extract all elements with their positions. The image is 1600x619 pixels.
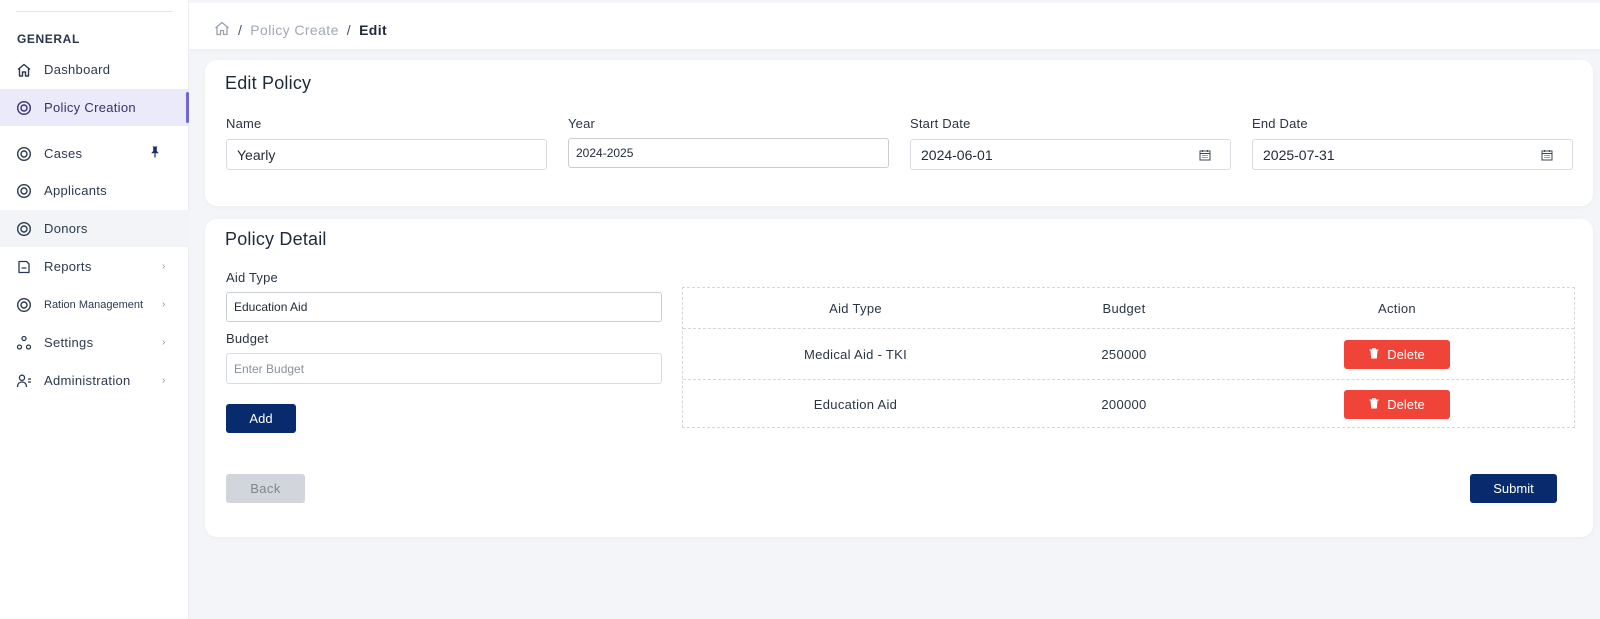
budget-input[interactable] [226, 353, 662, 384]
sidebar-item-applicants[interactable]: Applicants [0, 172, 189, 209]
delete-button[interactable]: Delete [1344, 339, 1450, 369]
table-row: Education Aid 200000 Delete [683, 379, 1574, 428]
sidebar-item-policy-creation[interactable]: Policy Creation [0, 89, 189, 126]
breadcrumb: / Policy Create / Edit [214, 21, 387, 39]
circle-target-icon [16, 146, 32, 162]
breadcrumb-separator: / [238, 22, 243, 38]
delete-label: Delete [1387, 396, 1425, 412]
sidebar-section-general: GENERAL [17, 32, 80, 46]
sidebar-item-administration[interactable]: Administration › [0, 362, 189, 399]
policy-detail-title: Policy Detail [225, 229, 327, 249]
aid-type-label: Aid Type [226, 270, 278, 285]
home-icon [16, 62, 32, 78]
cell-action: Delete [1220, 389, 1574, 419]
calendar-icon[interactable] [1199, 148, 1211, 166]
chevron-right-icon: › [162, 299, 166, 310]
trash-icon [1369, 397, 1379, 412]
top-bar: / Policy Create / Edit [189, 3, 1600, 49]
add-button[interactable]: Add [226, 404, 296, 433]
sidebar-item-label: Settings [44, 335, 94, 350]
aid-budget-table: Aid Type Budget Action Medical Aid - TKI… [682, 287, 1575, 428]
circle-target-icon [16, 297, 32, 313]
table-row: Medical Aid - TKI 250000 Delete [683, 328, 1574, 379]
main-content: / Policy Create / Edit Edit Policy Name … [189, 0, 1600, 619]
sidebar-divider [16, 11, 172, 12]
cell-budget: 250000 [1101, 346, 1147, 362]
header-action: Action [1378, 300, 1416, 316]
year-label: Year [568, 116, 596, 131]
delete-button[interactable]: Delete [1344, 389, 1450, 419]
end-date-field [1252, 139, 1573, 170]
header-budget: Budget [1102, 300, 1146, 316]
breadcrumb-current: Edit [359, 22, 388, 38]
sidebar-item-label: Donors [44, 221, 88, 236]
end-date-input[interactable] [1252, 139, 1573, 170]
sidebar-item-label: Ration Management [44, 298, 144, 311]
sidebar-item-label: Cases [44, 146, 83, 161]
delete-label: Delete [1387, 346, 1425, 362]
start-date-field [910, 139, 1231, 170]
calendar-icon[interactable] [1541, 148, 1553, 166]
start-date-input[interactable] [910, 139, 1231, 170]
cell-aid-type: Medical Aid - TKI [803, 346, 908, 362]
header-aid-type: Aid Type [829, 300, 882, 316]
policy-detail-card: Policy Detail Aid Type Budget Add Aid Ty… [205, 219, 1593, 537]
chevron-right-icon: › [162, 375, 166, 386]
sidebar-item-label: Policy Creation [44, 100, 136, 115]
report-icon [16, 259, 32, 275]
sidebar-item-ration-management[interactable]: Ration Management › [0, 286, 189, 323]
sidebar-item-label: Administration [44, 373, 131, 388]
submit-button[interactable]: Submit [1470, 474, 1557, 503]
pin-icon[interactable] [150, 145, 160, 163]
end-date-label: End Date [1252, 116, 1308, 131]
sidebar-item-donors[interactable]: Donors [0, 210, 189, 247]
aid-type-input[interactable] [226, 292, 662, 322]
sidebar-item-label: Reports [44, 259, 92, 274]
home-icon[interactable] [214, 21, 230, 39]
sidebar-item-label: Dashboard [44, 62, 111, 77]
chevron-right-icon: › [162, 337, 166, 348]
name-input[interactable] [226, 139, 547, 170]
app-root: GENERAL Dashboard Policy Creation Cases [0, 0, 1600, 619]
table-header-row: Aid Type Budget Action [683, 288, 1574, 328]
edit-policy-card: Edit Policy Name Year Start Date End Dat… [205, 60, 1593, 206]
breadcrumb-separator: / [346, 22, 352, 38]
name-label: Name [226, 116, 262, 131]
sidebar: GENERAL Dashboard Policy Creation Cases [0, 0, 189, 619]
year-input[interactable] [568, 138, 889, 168]
budget-label: Budget [226, 331, 269, 346]
settings-nodes-icon [16, 335, 32, 351]
back-button[interactable]: Back [226, 474, 305, 503]
user-admin-icon [16, 373, 32, 389]
breadcrumb-policy-create[interactable]: Policy Create [250, 22, 338, 38]
edit-policy-title: Edit Policy [225, 73, 312, 93]
sidebar-item-label: Applicants [44, 183, 107, 198]
chevron-right-icon: › [162, 261, 166, 272]
sidebar-item-reports[interactable]: Reports › [0, 248, 189, 285]
circle-target-icon [16, 221, 32, 237]
sidebar-item-dashboard[interactable]: Dashboard [0, 51, 189, 88]
sidebar-item-settings[interactable]: Settings › [0, 324, 189, 361]
circle-target-icon [16, 100, 32, 116]
circle-target-icon [16, 183, 32, 199]
trash-icon [1369, 347, 1379, 362]
cell-aid-type: Education Aid [813, 396, 898, 412]
cell-action: Delete [1220, 339, 1574, 369]
cell-budget: 200000 [1101, 396, 1147, 412]
sidebar-item-cases[interactable]: Cases [0, 135, 189, 172]
start-date-label: Start Date [910, 116, 971, 131]
